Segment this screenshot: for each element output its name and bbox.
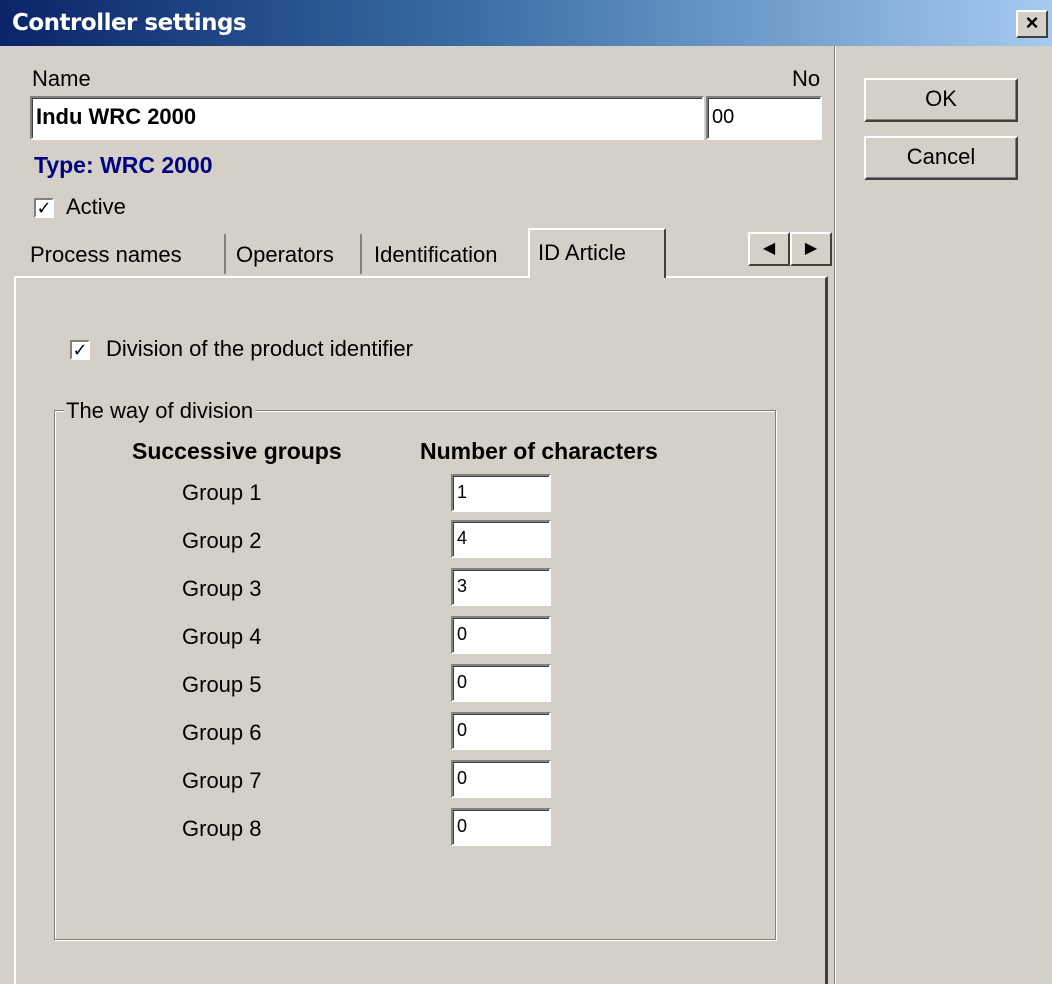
tab-id-article[interactable]: ID Article [528, 228, 666, 278]
tab-identification[interactable]: Identification [366, 234, 526, 274]
type-label: Type: WRC 2000 [34, 152, 213, 178]
group-6-label: Group 6 [182, 720, 262, 745]
arrow-right-icon: ▶ [804, 240, 818, 257]
group-3-label: Group 3 [182, 576, 262, 601]
group-8-input[interactable]: 0 [451, 808, 551, 846]
cancel-button[interactable]: Cancel [864, 136, 1018, 180]
close-button[interactable]: × [1016, 10, 1048, 38]
group-8-label: Group 8 [182, 816, 262, 841]
group-1-input[interactable]: 1 [451, 474, 551, 512]
group-2-input[interactable]: 4 [451, 520, 551, 558]
name-input[interactable]: Indu WRC 2000 [30, 96, 704, 140]
successive-groups-header: Successive groups [132, 438, 342, 464]
tab-scroll-arrows: ◀ ▶ [748, 232, 832, 266]
division-checkbox[interactable]: ✓ [70, 340, 90, 360]
division-label: Division of the product identifier [106, 336, 413, 361]
active-label: Active [66, 194, 126, 219]
no-label: No [792, 66, 821, 91]
tab-process-names[interactable]: Process names [22, 234, 226, 274]
window-title: Controller settings [12, 10, 247, 36]
tab-operators[interactable]: Operators [228, 234, 362, 274]
way-of-division-title: The way of division [64, 398, 256, 424]
close-icon: × [1025, 10, 1039, 35]
right-panel-divider [834, 46, 836, 984]
title-bar: Controller settings × [0, 0, 1052, 46]
name-label: Name [32, 66, 91, 91]
arrow-left-icon: ◀ [762, 240, 776, 257]
check-mark-icon: ✓ [72, 340, 88, 360]
check-mark-icon: ✓ [36, 198, 52, 218]
tab-scroll-right-button[interactable]: ▶ [790, 232, 832, 266]
no-input[interactable]: 00 [706, 96, 822, 140]
group-7-input[interactable]: 0 [451, 760, 551, 798]
group-5-input[interactable]: 0 [451, 664, 551, 702]
group-4-input[interactable]: 0 [451, 616, 551, 654]
ok-button[interactable]: OK [864, 78, 1018, 122]
group-7-label: Group 7 [182, 768, 262, 793]
way-of-division-group [54, 410, 776, 940]
active-checkbox[interactable]: ✓ [34, 198, 54, 218]
group-6-input[interactable]: 0 [451, 712, 551, 750]
group-2-label: Group 2 [182, 528, 262, 553]
group-3-input[interactable]: 3 [451, 568, 551, 606]
group-4-label: Group 4 [182, 624, 262, 649]
tab-scroll-left-button[interactable]: ◀ [748, 232, 790, 266]
number-of-characters-header: Number of characters [420, 438, 658, 464]
group-5-label: Group 5 [182, 672, 262, 697]
group-1-label: Group 1 [182, 480, 262, 505]
